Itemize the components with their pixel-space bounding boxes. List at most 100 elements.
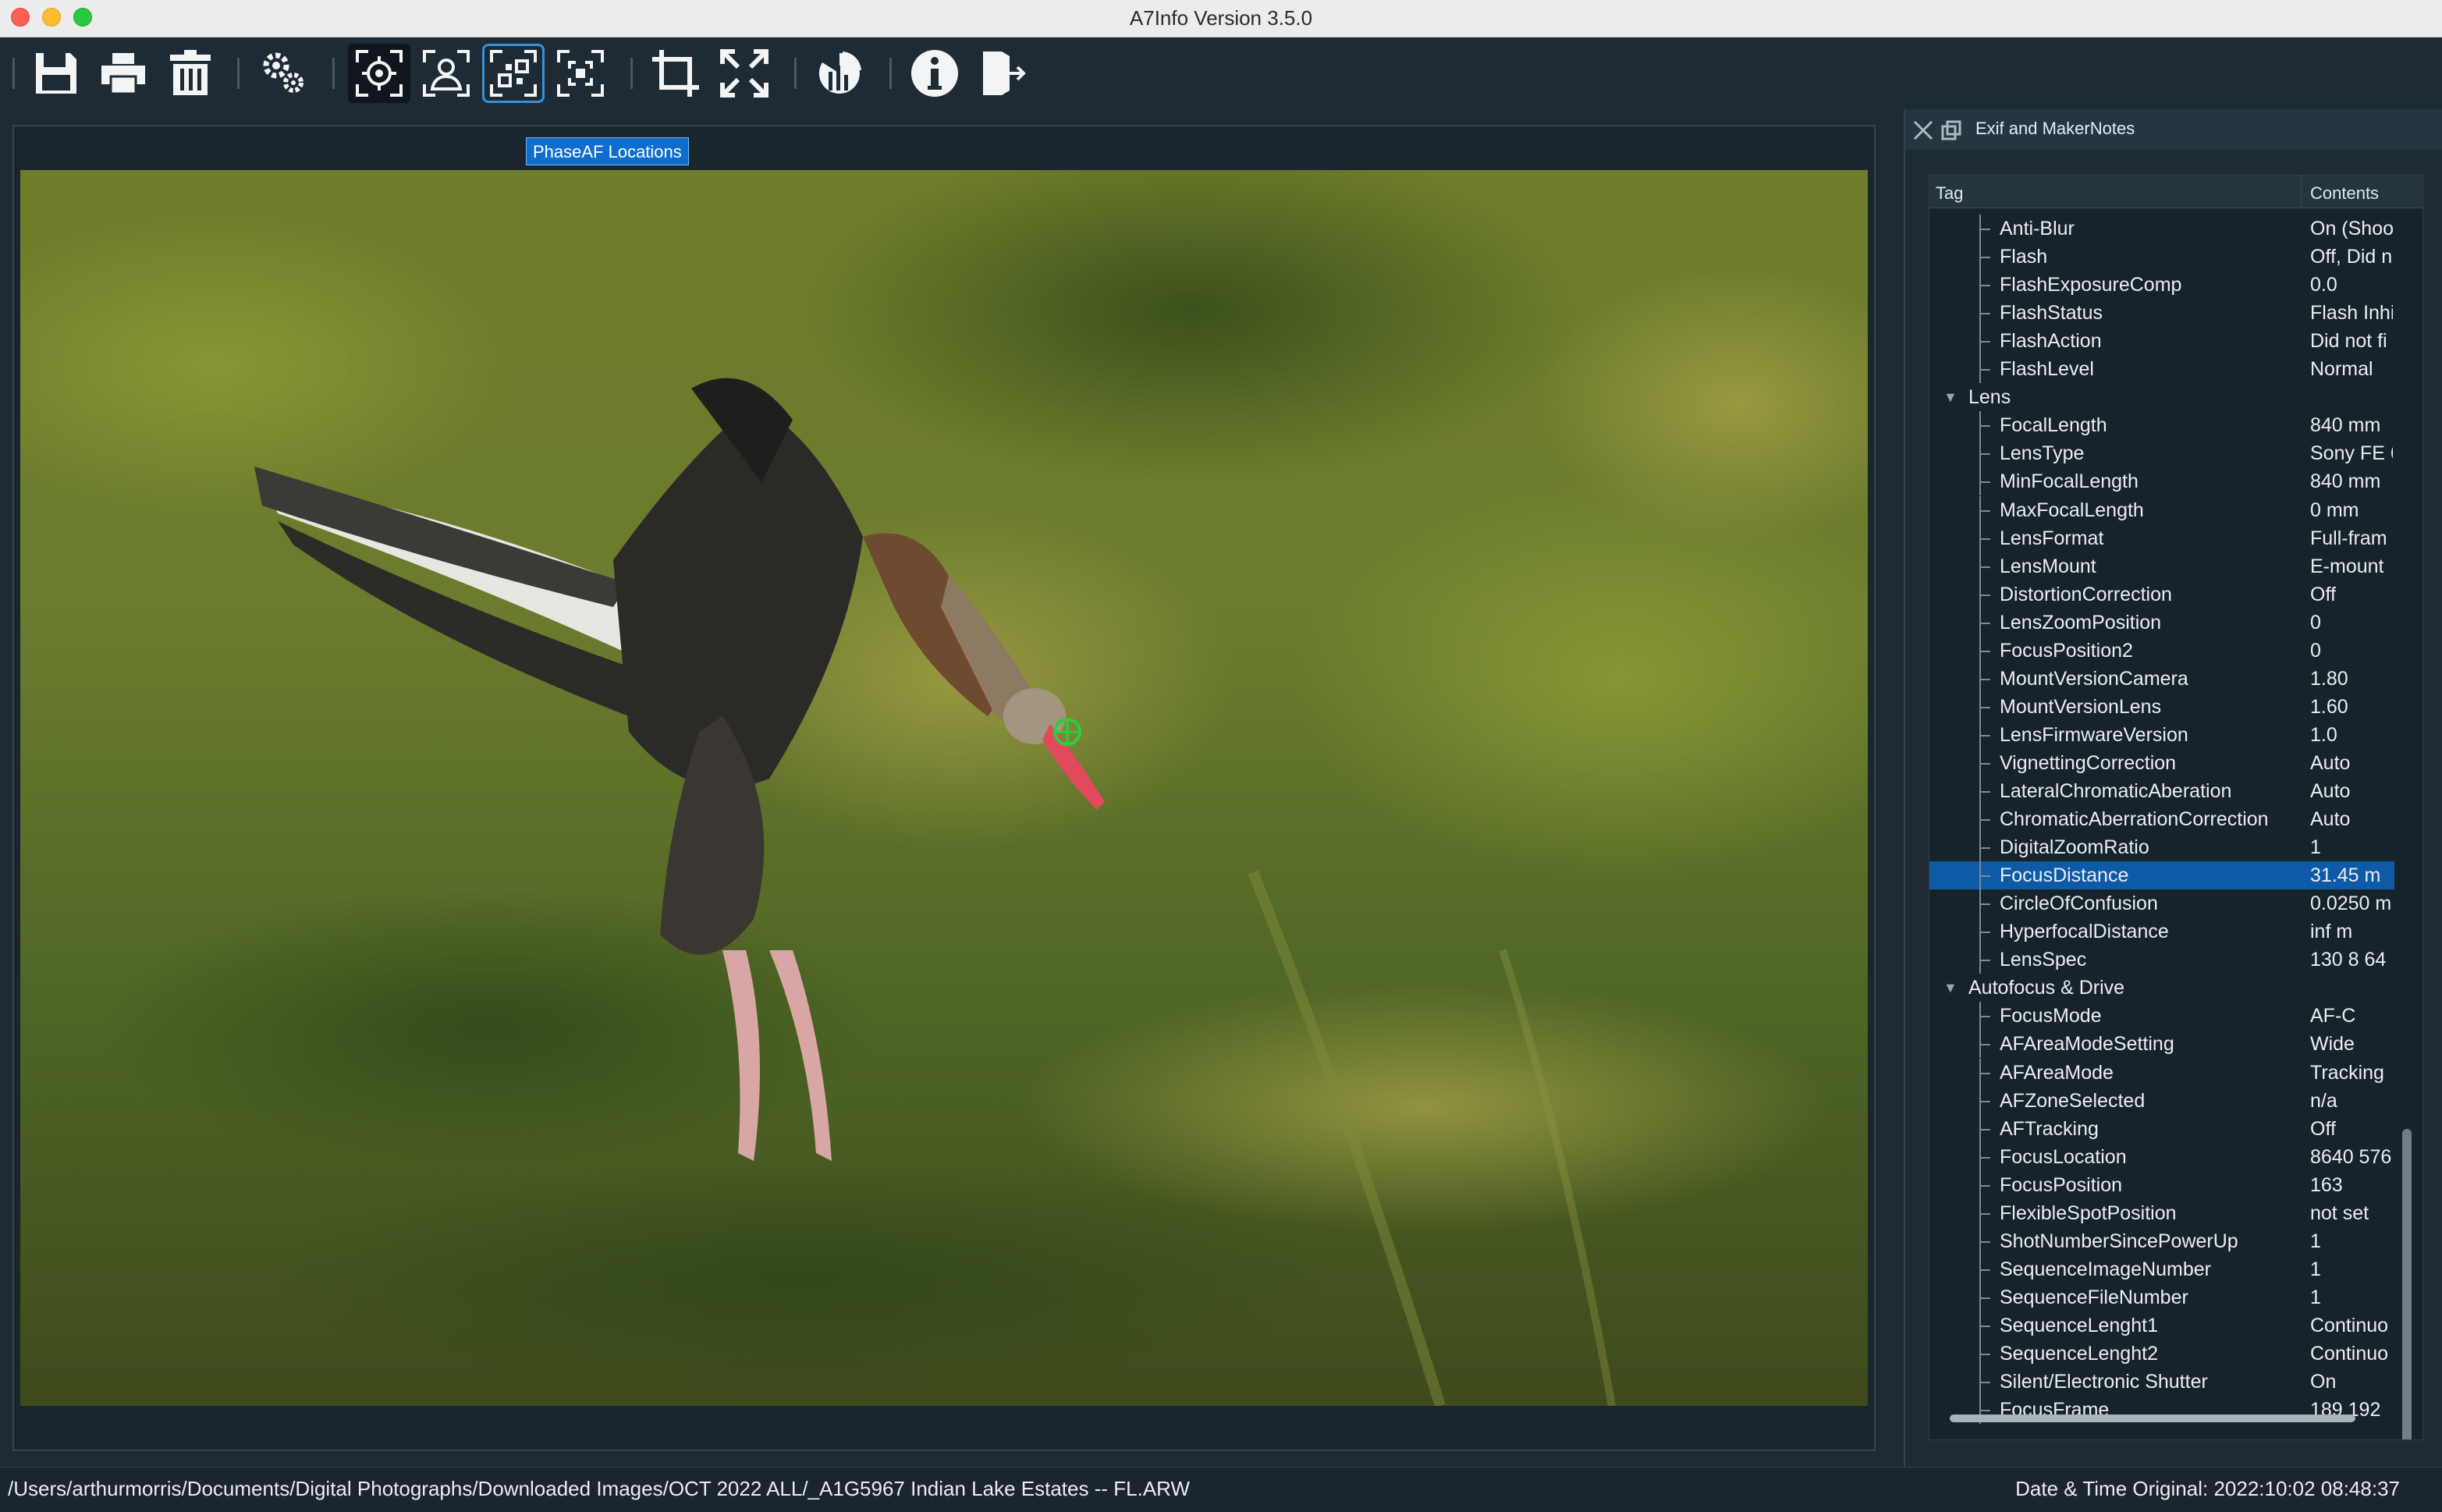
- tree-branch-line: [1979, 355, 1990, 384]
- tag-value: 1: [2310, 836, 2321, 859]
- tree-row[interactable]: CircleOfConfusion 0.0250 m: [1929, 889, 2394, 918]
- focus-frame-button[interactable]: [549, 44, 612, 103]
- focus-point-icon: [356, 50, 403, 97]
- tree-row[interactable]: AFZoneSelected n/a: [1929, 1086, 2394, 1115]
- chevron-down-icon[interactable]: ▼: [1943, 383, 1958, 411]
- tree-row[interactable]: FlexibleSpotPosition not set: [1929, 1198, 2394, 1227]
- vertical-scrollbar[interactable]: [2401, 208, 2413, 1439]
- photo-canvas[interactable]: [20, 170, 1868, 1406]
- phase-af-button[interactable]: [482, 44, 545, 103]
- tree-row[interactable]: FocusDistance 31.45 m: [1929, 861, 2394, 890]
- crop-button[interactable]: [644, 44, 707, 103]
- tag-name: Silent/Electronic Shutter: [2000, 1371, 2208, 1393]
- tag-name: FlashStatus: [2000, 302, 2103, 325]
- tree-row[interactable]: Flash Off, Did n: [1929, 243, 2394, 272]
- tree-branch-line: [1979, 1368, 1990, 1397]
- close-icon[interactable]: [1911, 119, 1935, 142]
- horizontal-scrollbar-thumb[interactable]: [1950, 1414, 2355, 1422]
- info-button[interactable]: [903, 44, 966, 103]
- tree-row[interactable]: MountVersionLens 1.60: [1929, 692, 2394, 721]
- chevron-down-icon[interactable]: ▼: [1943, 974, 1958, 1002]
- settings-icon: [263, 52, 303, 93]
- delete-button[interactable]: [159, 44, 222, 103]
- statistics-button[interactable]: [808, 44, 871, 103]
- tree-row[interactable]: FocusMode AF-C: [1929, 1002, 2394, 1031]
- tree-row[interactable]: DigitalZoomRatio 1: [1929, 833, 2394, 862]
- tag-name: FocusPosition2: [2000, 639, 2133, 662]
- tree-row[interactable]: VignettingCorrection Auto: [1929, 748, 2394, 777]
- print-button[interactable]: [92, 44, 154, 103]
- tag-name: FlashExposureComp: [2000, 274, 2182, 296]
- exif-tree[interactable]: Tag Contents Anti-Blur On (Shoo Flash Off, …: [1929, 175, 2423, 1440]
- focus-frame-icon: [557, 50, 604, 97]
- column-header-contents[interactable]: Contents: [2310, 183, 2379, 204]
- exit-button[interactable]: [971, 44, 1033, 103]
- tree-row[interactable]: SequenceFileNumber 1: [1929, 1283, 2394, 1311]
- focus-point-button[interactable]: [348, 44, 410, 103]
- tree-row[interactable]: LensMount E-mount: [1929, 552, 2394, 580]
- tree-row[interactable]: AFAreaModeSetting Wide: [1929, 1030, 2394, 1059]
- tag-name: FocusLocation: [2000, 1145, 2127, 1168]
- tag-name: AFAreaModeSetting: [2000, 1033, 2174, 1056]
- column-header-tag[interactable]: Tag: [1936, 183, 1963, 204]
- tag-value: Full-fram: [2310, 527, 2387, 549]
- tag-name: LensSpec: [2000, 949, 2087, 971]
- phase-af-locations-label[interactable]: PhaseAF Locations: [526, 137, 689, 165]
- tree-branch-line: [1979, 271, 1990, 300]
- tree-header: Tag Contents: [1929, 176, 2422, 208]
- tree-row[interactable]: MountVersionCamera 1.80: [1929, 664, 2394, 693]
- tree-row[interactable]: LensFirmwareVersion 1.0: [1929, 720, 2394, 749]
- vertical-scrollbar-thumb[interactable]: [2402, 1129, 2412, 1439]
- horizontal-scrollbar[interactable]: [1937, 1410, 2398, 1427]
- tree-row[interactable]: DistortionCorrection Off: [1929, 580, 2394, 609]
- tree-branch-line: [1979, 1311, 1990, 1340]
- tag-name: LensType: [2000, 442, 2085, 465]
- tag-value: On: [2310, 1371, 2337, 1393]
- tree-row[interactable]: Anti-Blur On (Shoo: [1929, 215, 2394, 243]
- tree-row[interactable]: ChromaticAberrationCorrection Auto: [1929, 805, 2394, 834]
- tag-name: LensFormat: [2000, 527, 2104, 549]
- tree-row[interactable]: MinFocalLength 840 mm: [1929, 467, 2394, 496]
- tree-row[interactable]: FlashAction Did not fi: [1929, 327, 2394, 356]
- tree-row[interactable]: FocusPosition 163: [1929, 1170, 2394, 1199]
- tree-row[interactable]: SequenceImageNumber 1: [1929, 1255, 2394, 1283]
- fullscreen-icon: [720, 49, 768, 98]
- tag-value: On (Shoo: [2310, 218, 2393, 240]
- tag-name: CircleOfConfusion: [2000, 893, 2158, 915]
- tree-branch-line: [1979, 524, 1990, 552]
- tree-row[interactable]: LensZoomPosition 0: [1929, 608, 2394, 637]
- tree-row[interactable]: MaxFocalLength 0 mm: [1929, 495, 2394, 524]
- tree-group[interactable]: ▼ Autofocus & Drive: [1929, 974, 2394, 1002]
- tree-row[interactable]: LensType Sony FE 6: [1929, 439, 2394, 468]
- tag-name: LateralChromaticAberation: [2000, 780, 2232, 802]
- tag-name: FocusDistance: [2000, 864, 2129, 887]
- tree-row[interactable]: FocalLength 840 mm: [1929, 411, 2394, 440]
- tree-row[interactable]: FocusPosition2 0: [1929, 636, 2394, 665]
- tree-branch-line: [1979, 664, 1990, 693]
- tree-row[interactable]: LensSpec 130 8 64: [1929, 946, 2394, 974]
- tree-row[interactable]: HyperfocalDistance inf m: [1929, 917, 2394, 946]
- settings-button[interactable]: [253, 44, 315, 103]
- tree-row[interactable]: LensFormat Full-fram: [1929, 524, 2394, 552]
- tree-row[interactable]: AFTracking Off: [1929, 1114, 2394, 1143]
- float-panel-icon[interactable]: [1940, 119, 1963, 142]
- tree-row[interactable]: ShotNumberSincePowerUp 1: [1929, 1226, 2394, 1255]
- tag-name: MountVersionCamera: [2000, 667, 2188, 690]
- tree-row[interactable]: AFAreaMode Tracking: [1929, 1058, 2394, 1087]
- tree-row[interactable]: SequenceLenght2 Continuo: [1929, 1340, 2394, 1368]
- fullscreen-button[interactable]: [713, 44, 776, 103]
- tree-branch-line: [1979, 777, 1990, 805]
- tree-row[interactable]: SequenceLenght1 Continuo: [1929, 1311, 2394, 1340]
- tree-branch-line: [1979, 1058, 1990, 1087]
- tag-name: ShotNumberSincePowerUp: [2000, 1230, 2238, 1252]
- save-button[interactable]: [25, 44, 87, 103]
- tree-row[interactable]: FlashStatus Flash Inhi: [1929, 299, 2394, 328]
- tree-row[interactable]: FocusLocation 8640 576: [1929, 1142, 2394, 1171]
- tree-row[interactable]: LateralChromaticAberation Auto: [1929, 777, 2394, 805]
- tree-row[interactable]: FlashExposureComp 0.0: [1929, 271, 2394, 300]
- tree-group[interactable]: ▼ Lens: [1929, 383, 2394, 411]
- tree-row[interactable]: FlashLevel Normal: [1929, 355, 2394, 384]
- tag-value: Wide: [2310, 1033, 2355, 1056]
- tree-row[interactable]: Silent/Electronic Shutter On: [1929, 1368, 2394, 1397]
- face-detect-button[interactable]: [415, 44, 477, 103]
